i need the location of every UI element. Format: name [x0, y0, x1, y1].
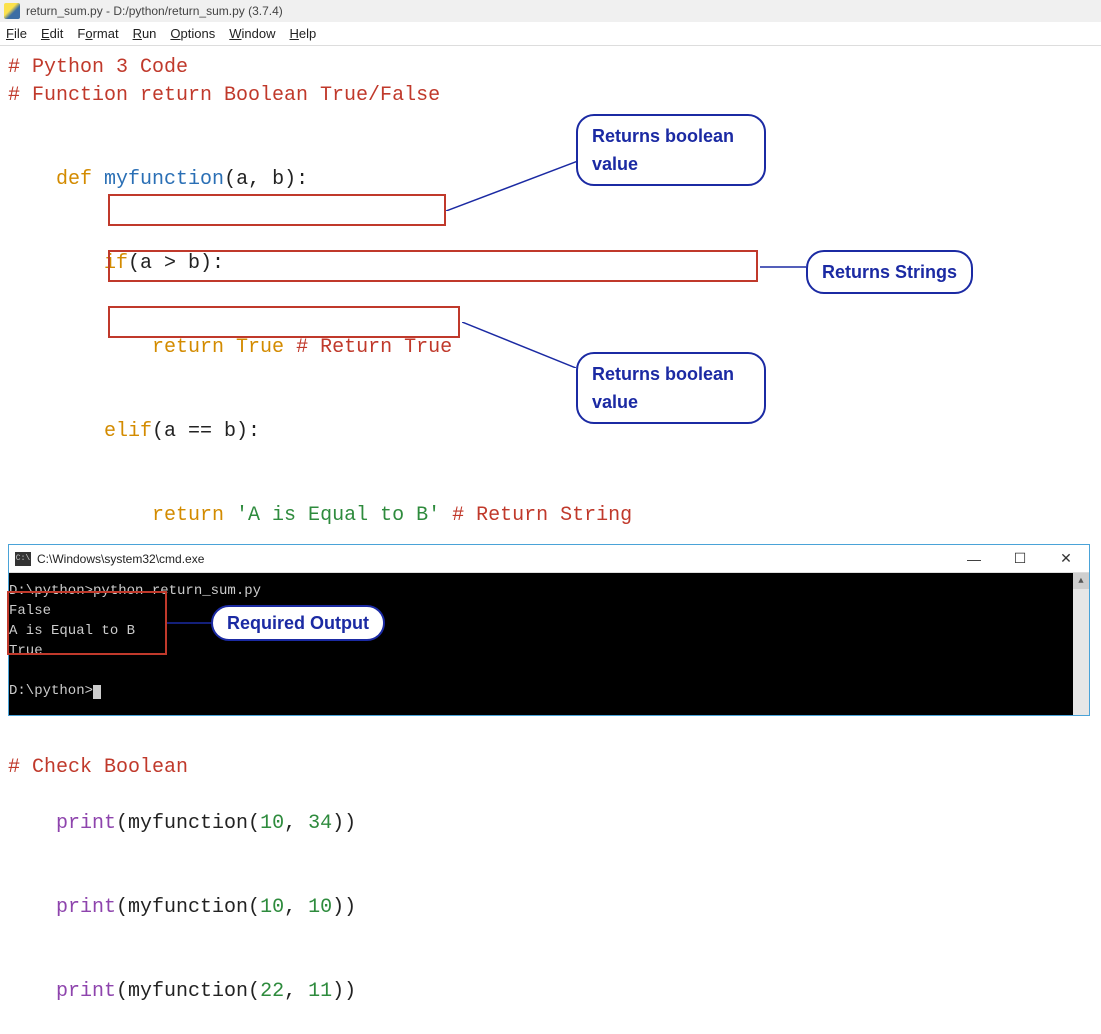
menu-run[interactable]: Run — [133, 26, 157, 41]
callout-output: Required Output — [211, 605, 385, 641]
cmd-line — [9, 661, 1081, 681]
fn-name: myfunction — [92, 168, 224, 191]
cmd-prompt: D:\python> — [9, 681, 1081, 701]
kw-def: def — [56, 168, 92, 191]
menu-window[interactable]: Window — [229, 26, 275, 41]
cmd-line: D:\python>python return_sum.py — [9, 581, 1081, 601]
code-editor[interactable]: # Python 3 Code # Function return Boolea… — [0, 46, 1101, 516]
menu-edit[interactable]: Edit — [41, 26, 63, 41]
cursor-icon — [93, 685, 101, 699]
kw-return: return — [56, 336, 224, 359]
cmd-title-text: C:\Windows\system32\cmd.exe — [37, 552, 204, 566]
cmd-line: True — [9, 641, 1081, 661]
menu-file[interactable]: File — [6, 26, 27, 41]
cmd-line: False — [9, 601, 1081, 621]
blank-line — [8, 110, 1093, 138]
params: (a, b): — [224, 168, 308, 191]
cmd-titlebar[interactable]: C:\ C:\Windows\system32\cmd.exe — ☐ ✕ — [9, 545, 1089, 573]
cond: (a == b): — [152, 420, 260, 443]
cmd-icon: C:\ — [15, 552, 31, 566]
cmd-window: C:\ C:\Windows\system32\cmd.exe — ☐ ✕ D:… — [8, 544, 1090, 716]
maximize-button[interactable]: ☐ — [997, 545, 1043, 572]
callout-strings: Returns Strings — [806, 250, 973, 294]
window-controls: — ☐ ✕ — [951, 545, 1089, 572]
menu-options[interactable]: Options — [170, 26, 215, 41]
code-comment: # Python 3 Code — [8, 56, 188, 79]
code-comment: # Function return Boolean True/False — [8, 84, 440, 107]
val-str: 'A is Equal to B' — [224, 504, 452, 527]
idle-app-icon — [4, 3, 20, 19]
idle-title-text: return_sum.py - D:/python/return_sum.py … — [26, 4, 283, 18]
kw-if: if — [56, 252, 128, 275]
menu-bar: File Edit Format Run Options Window Help — [0, 22, 1101, 46]
blank-line — [8, 726, 1093, 754]
cmt: # Return String — [452, 504, 632, 527]
cmd-scrollbar[interactable]: ▲ — [1073, 573, 1089, 715]
cmd-line: A is Equal to B — [9, 621, 1081, 641]
fn-print: print — [56, 980, 116, 1003]
cmt: # Return True — [296, 336, 452, 359]
scroll-up-icon[interactable]: ▲ — [1073, 573, 1089, 589]
val-true: True — [224, 336, 296, 359]
close-button[interactable]: ✕ — [1043, 545, 1089, 572]
cond: (a > b): — [128, 252, 224, 275]
menu-help[interactable]: Help — [290, 26, 317, 41]
fn-print: print — [56, 896, 116, 919]
kw-return: return — [56, 504, 224, 527]
minimize-button[interactable]: — — [951, 545, 997, 572]
fn-print: print — [56, 812, 116, 835]
code-comment: # Check Boolean — [8, 756, 188, 779]
callout-bool-1: Returns boolean value — [576, 114, 766, 186]
idle-titlebar: return_sum.py - D:/python/return_sum.py … — [0, 0, 1101, 22]
callout-bool-2: Returns boolean value — [576, 352, 766, 424]
cmd-body[interactable]: D:\python>python return_sum.py False A i… — [9, 573, 1089, 715]
kw-elif: elif — [56, 420, 152, 443]
menu-format[interactable]: Format — [77, 26, 118, 41]
